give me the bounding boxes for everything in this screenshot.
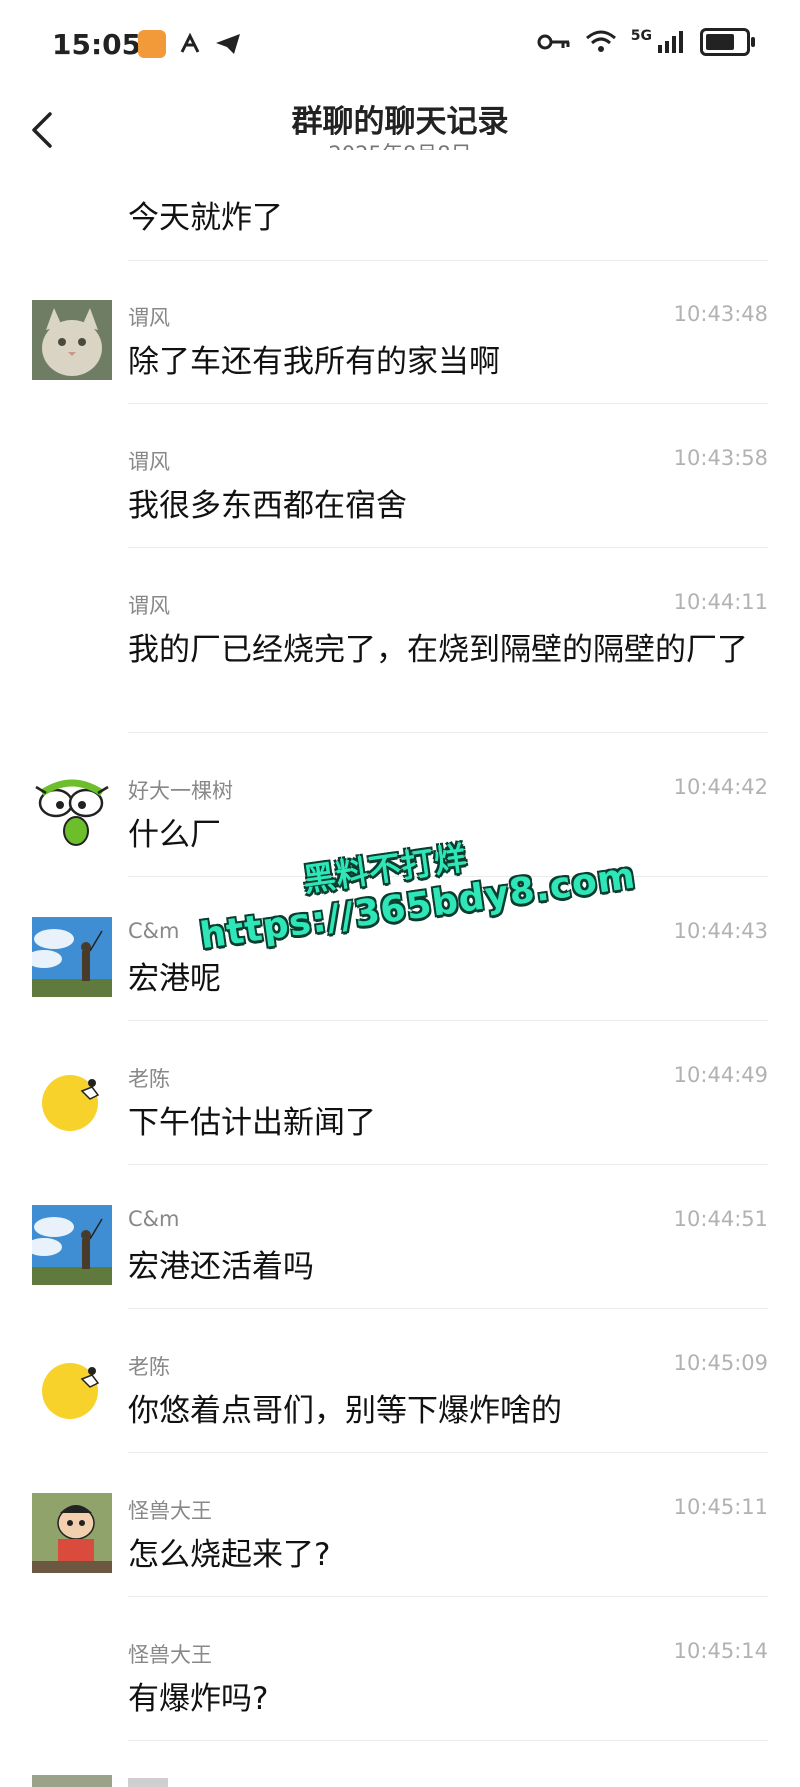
page-title: 群聊的聊天记录 — [291, 104, 509, 140]
list-item[interactable]: C&m 10:44:51 宏港还活着吗 — [0, 1165, 800, 1309]
status-right: 5G — [537, 28, 755, 56]
list-item[interactable]: 谓风 10:43:48 除了车还有我所有的家当啊 — [0, 260, 800, 404]
send-icon — [216, 34, 240, 54]
list-item[interactable]: 老陈 10:45:09 你悠着点哥们，别等下爆炸啥的 — [0, 1309, 800, 1453]
avatar[interactable] — [32, 773, 112, 853]
avatar[interactable] — [32, 1205, 112, 1285]
cartoon-boy-avatar-icon — [32, 1493, 112, 1573]
message-text: 今天就炸了 — [128, 200, 283, 236]
sender-name: 怪兽大王 — [128, 1499, 212, 1523]
message-time: 10:44:43 — [673, 919, 768, 943]
sender-name: 谓风 — [128, 306, 170, 330]
clip-overlay — [0, 150, 800, 172]
avatar[interactable] — [32, 917, 112, 997]
network-type: 5G — [630, 28, 652, 44]
message-text: 我的厂已经烧完了，在烧到隔壁的隔壁的厂了 — [128, 632, 748, 668]
message-time: 10:44:42 — [673, 775, 768, 799]
message-body: C&m 10:44:51 宏港还活着吗 — [128, 1165, 768, 1309]
message-body: 谓风 10:43:58 我很多东西都在宿舍 — [128, 404, 768, 548]
avatar[interactable] — [32, 1493, 112, 1573]
battery-fill — [706, 34, 734, 50]
app-badge-icon — [138, 30, 166, 58]
signal-icon — [658, 31, 683, 53]
yellow-circle-avatar-icon — [32, 1349, 112, 1429]
message-body: 老陈 10:45:09 你悠着点哥们，别等下爆炸啥的 — [128, 1309, 768, 1453]
wifi-icon — [585, 30, 616, 52]
status-bar: 15:05 5G — [0, 0, 800, 90]
list-item[interactable]: 谓风 10:43:58 我很多东西都在宿舍 — [0, 404, 800, 548]
message-list: 谓风 10:43:48 除了车还有我所有的家当啊 谓风 10:43:58 我很多… — [0, 260, 800, 1741]
sky-person-avatar-icon — [32, 917, 112, 997]
message-body: 老陈 10:44:49 下午估计出新闻了 — [128, 1021, 768, 1165]
sender-name: C&m — [128, 1207, 180, 1231]
message-text: 宏港还活着吗 — [128, 1249, 314, 1285]
avatar-partial[interactable] — [32, 1775, 112, 1787]
sender-name: 谓风 — [128, 450, 170, 474]
message-body: 怪兽大王 10:45:14 有爆炸吗? — [128, 1597, 768, 1741]
list-item[interactable]: 老陈 10:44:49 下午估计出新闻了 — [0, 1021, 800, 1165]
message-text: 你悠着点哥们，别等下爆炸啥的 — [128, 1393, 562, 1429]
message-body: 怪兽大王 10:45:11 怎么烧起来了? — [128, 1453, 768, 1597]
avatar[interactable] — [32, 1061, 112, 1141]
list-item-partial: 今天就炸了 — [128, 168, 768, 261]
sender-name: 老陈 — [128, 1355, 170, 1379]
status-time: 15:05 — [52, 28, 142, 61]
avatar[interactable] — [32, 1349, 112, 1429]
status-app-icons — [138, 30, 242, 58]
sender-name: 谓风 — [128, 594, 170, 618]
list-item[interactable]: 怪兽大王 10:45:14 有爆炸吗? — [0, 1597, 800, 1741]
message-text: 怎么烧起来了? — [128, 1537, 331, 1573]
message-time: 10:45:09 — [673, 1351, 768, 1375]
sender-name: C&m — [128, 919, 180, 943]
message-text: 有爆炸吗? — [128, 1681, 269, 1717]
cartoon-bug-avatar-icon — [32, 773, 112, 853]
sender-name: 老陈 — [128, 1067, 170, 1091]
sky-person-avatar-icon — [32, 1205, 112, 1285]
message-body: 谓风 10:43:48 除了车还有我所有的家当啊 — [128, 260, 768, 404]
message-text: 我很多东西都在宿舍 — [128, 488, 407, 524]
list-item[interactable]: 谓风 10:44:11 我的厂已经烧完了，在烧到隔壁的隔壁的厂了 — [0, 548, 800, 733]
avatar[interactable] — [32, 300, 112, 380]
cat-avatar-icon — [32, 300, 112, 380]
message-time: 10:44:49 — [673, 1063, 768, 1087]
message-text: 宏港呢 — [128, 961, 221, 997]
sender-name: 怪兽大王 — [128, 1643, 212, 1667]
message-time: 10:45:14 — [673, 1639, 768, 1663]
key-icon — [537, 34, 570, 50]
a-icon — [180, 32, 200, 53]
sender-name: 好大一棵树 — [128, 779, 233, 803]
list-item[interactable]: 怪兽大王 10:45:11 怎么烧起来了? — [0, 1453, 800, 1597]
message-body: 谓风 10:44:11 我的厂已经烧完了，在烧到隔壁的隔壁的厂了 — [128, 548, 768, 733]
message-time: 10:43:48 — [673, 302, 768, 326]
message-time: 10:44:51 — [673, 1207, 768, 1231]
yellow-circle-avatar-icon — [32, 1061, 112, 1141]
message-time: 10:45:11 — [673, 1495, 768, 1519]
battery-icon — [700, 28, 755, 56]
message-time: 10:43:58 — [673, 446, 768, 470]
message-time: 10:44:11 — [673, 590, 768, 614]
message-text: 下午估计出新闻了 — [128, 1105, 376, 1141]
sender-name-partial — [128, 1778, 168, 1787]
message-text: 除了车还有我所有的家当啊 — [128, 344, 500, 380]
